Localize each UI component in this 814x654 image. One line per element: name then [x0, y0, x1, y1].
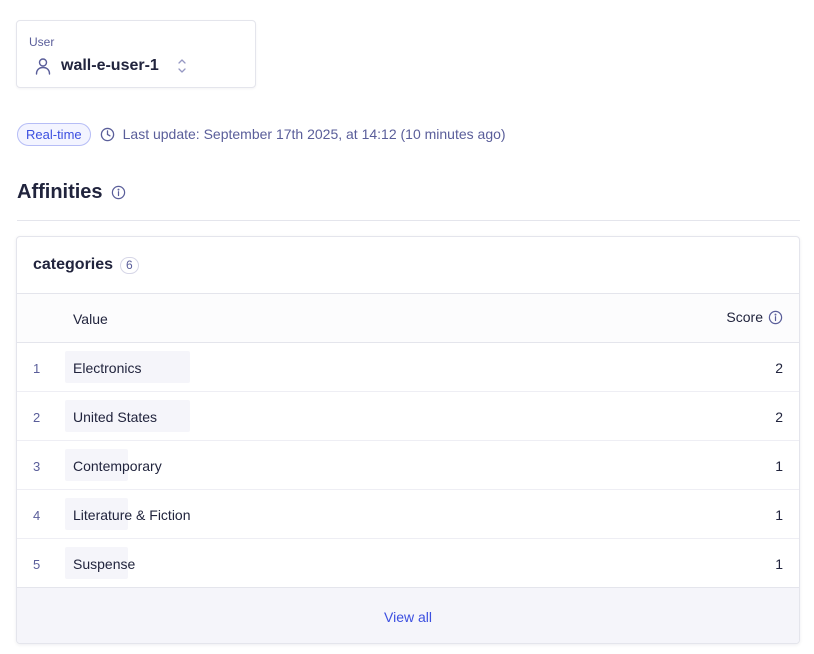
row-rank: 3 [33, 459, 41, 474]
table-header: Value Score [17, 294, 799, 343]
categories-panel: categories 6 Value Score 1 Electronics 2… [16, 236, 800, 644]
clock-icon [100, 127, 114, 141]
row-value: Suspense [73, 556, 136, 572]
table-body: 1 Electronics 2 2 United States 2 3 Cont… [17, 343, 799, 588]
row-score: 1 [775, 458, 783, 474]
row-value: Literature & Fiction [73, 507, 191, 523]
row-value: Contemporary [73, 458, 162, 474]
row-rank: 4 [33, 508, 41, 523]
affinities-title: Affinities [17, 181, 103, 203]
view-all-link[interactable]: View all [384, 609, 432, 625]
column-header-score: Score [726, 309, 783, 325]
user-selector[interactable]: User wall-e-user-1 [16, 20, 256, 88]
info-icon[interactable] [111, 185, 126, 200]
last-update-text: Last update: September 17th 2025, at 14:… [122, 126, 506, 142]
row-rank: 1 [33, 361, 41, 376]
row-value: United States [73, 409, 158, 425]
row-score: 2 [775, 360, 783, 376]
selected-user-name: wall-e-user-1 [61, 57, 159, 74]
table-row: 3 Contemporary 1 [17, 441, 799, 490]
info-icon[interactable] [768, 310, 783, 325]
count-badge: 6 [120, 256, 139, 274]
row-score: 2 [775, 409, 783, 425]
chevron-up-down-icon[interactable] [175, 57, 189, 75]
column-header-score-label: Score [726, 309, 763, 325]
affinities-heading: Affinities [17, 181, 126, 204]
section-divider [17, 220, 800, 221]
table-row: 5 Suspense 1 [17, 539, 799, 588]
column-header-value: Value [73, 311, 108, 327]
row-rank: 5 [33, 557, 41, 572]
panel-footer: View all [17, 587, 799, 643]
table-row: 1 Electronics 2 [17, 343, 799, 392]
user-selector-label: User [29, 35, 55, 49]
panel-title: categories [33, 256, 114, 273]
table-row: 4 Literature & Fiction 1 [17, 490, 799, 539]
row-score: 1 [775, 507, 783, 523]
row-value: Electronics [73, 360, 142, 376]
panel-header: categories 6 [17, 237, 799, 294]
realtime-badge: Real-time [17, 122, 91, 146]
row-score: 1 [775, 556, 783, 572]
status-row: Real-time Last update: September 17th 20… [17, 122, 506, 146]
person-icon [35, 58, 51, 75]
row-rank: 2 [33, 410, 41, 425]
table-row: 2 United States 2 [17, 392, 799, 441]
